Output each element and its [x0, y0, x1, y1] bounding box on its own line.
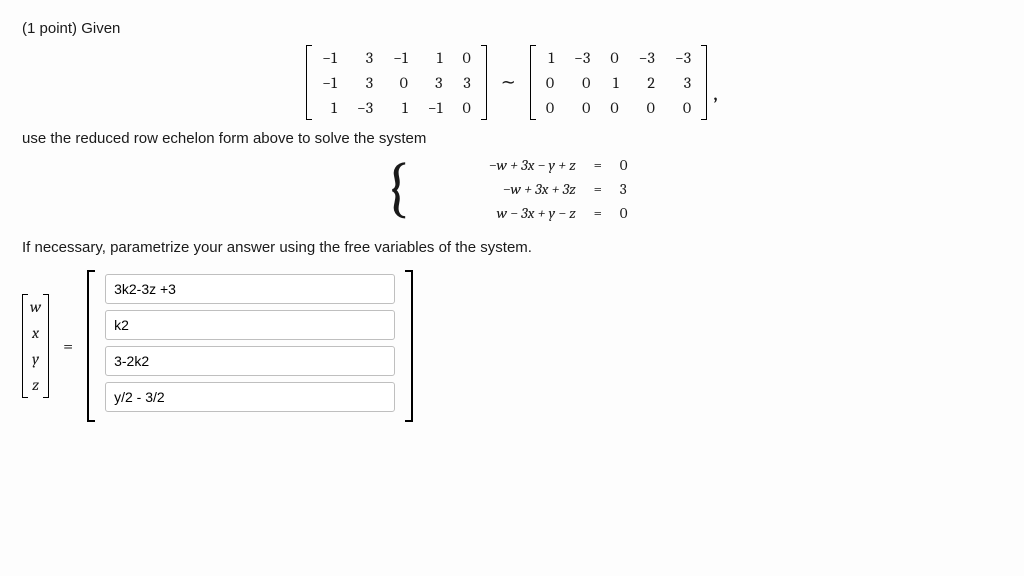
equals-sign: = [49, 336, 87, 357]
matrix-b: 1−30−3−3 00123 00000 [530, 45, 707, 120]
answer-input-w[interactable] [105, 274, 395, 304]
equation-row: w − 3x + y − z = 0 [416, 201, 640, 225]
variable-vector: w x y z [22, 294, 49, 398]
problem-header: (1 point) Given [22, 20, 1002, 37]
var-z: z [28, 372, 43, 398]
answer-input-x[interactable] [105, 310, 395, 340]
var-x: x [28, 320, 43, 346]
equation-row: −w + 3x + 3z = 3 [416, 177, 640, 201]
bracket-right-icon [405, 270, 413, 422]
trailing-comma: , [713, 80, 718, 120]
answer-input-y[interactable] [105, 346, 395, 376]
equation-row: −w + 3x − y + z = 0 [416, 153, 640, 177]
row-equiv-symbol: ∼ [487, 72, 530, 93]
brace-icon: { [384, 155, 410, 227]
instruction-parametrize: If necessary, parametrize your answer us… [22, 239, 1002, 256]
var-y: y [28, 346, 43, 372]
matrix-equivalence: −13−110 −13033 1−31−10 ∼ 1−30−3−3 00123 … [22, 45, 1002, 120]
var-w: w [28, 294, 43, 320]
instruction-rref: use the reduced row echelon form above t… [22, 130, 1002, 147]
bracket-left-icon [87, 270, 95, 422]
matrix-a: −13−110 −13033 1−31−10 [306, 45, 487, 120]
answer-input-z[interactable] [105, 382, 395, 412]
equation-system: { −w + 3x − y + z = 0 −w + 3x + 3z = 3 w… [22, 153, 1002, 225]
